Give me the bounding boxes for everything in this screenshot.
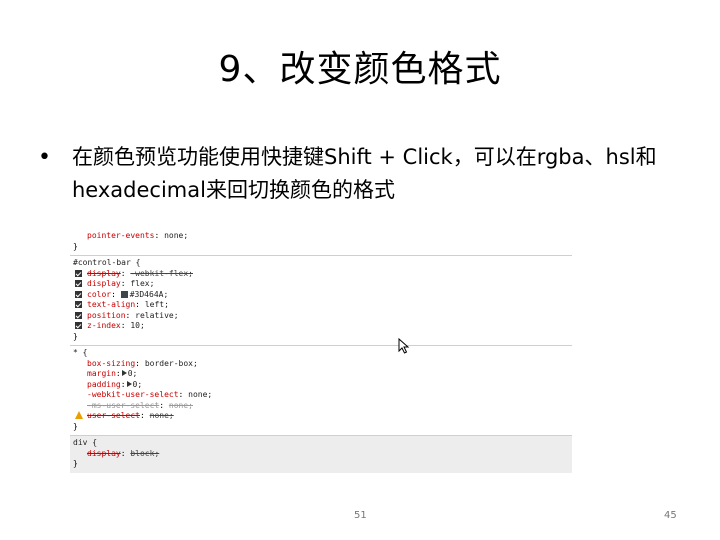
css-value: left; bbox=[144, 300, 169, 309]
css-property: pointer-events bbox=[87, 231, 155, 240]
css-declaration[interactable]: display: flex; bbox=[73, 279, 572, 290]
css-selector[interactable]: #control-bar { bbox=[73, 258, 572, 269]
checkbox-checked-icon[interactable] bbox=[75, 311, 82, 319]
css-declaration[interactable]: display: -webkit-flex; bbox=[73, 269, 572, 280]
css-property: display bbox=[87, 268, 121, 278]
checkbox-checked-icon[interactable] bbox=[75, 322, 82, 329]
css-value: 0; bbox=[132, 379, 143, 389]
bullet-text: 在颜色预览功能使用快捷键Shift + Click，可以在rgba、hsl和he… bbox=[72, 145, 657, 202]
devtools-styles-panel: pointer-events: none; } #control-bar { d… bbox=[70, 229, 572, 484]
css-property: display bbox=[87, 279, 121, 288]
css-value: 10; bbox=[130, 321, 145, 330]
css-property: -webkit-user-select bbox=[87, 390, 179, 399]
css-rule-close: } bbox=[73, 241, 78, 251]
css-rule-close: } bbox=[73, 459, 78, 468]
css-rule-close: } bbox=[73, 421, 78, 431]
bullet-item: • 在颜色预览功能使用快捷键Shift + Click，可以在rgba、hsl和… bbox=[38, 141, 678, 207]
slide-title: 9、改变颜色格式 bbox=[218, 49, 502, 90]
css-declaration[interactable]: color: #3D464A; bbox=[73, 290, 572, 301]
color-swatch[interactable] bbox=[120, 290, 128, 298]
css-rule-control-bar: #control-bar { display: -webkit-flex; di… bbox=[70, 256, 572, 346]
css-rule-universal: * { box-sizing: border-box; margin: 0; pa… bbox=[70, 346, 572, 436]
css-value: none; bbox=[188, 390, 213, 399]
css-value: flex; bbox=[130, 279, 155, 288]
css-declaration[interactable]: position: relative; bbox=[73, 311, 572, 322]
css-value: -webkit-flex; bbox=[130, 268, 193, 278]
expand-triangle-icon[interactable] bbox=[126, 380, 132, 387]
css-property: -ms-user-select bbox=[87, 400, 160, 410]
css-value: none; bbox=[149, 411, 174, 420]
bullet-dot-icon: • bbox=[38, 145, 51, 170]
css-declaration[interactable]: -ms-user-select: none; bbox=[73, 401, 572, 412]
css-declaration[interactable]: z-index: 10; bbox=[73, 321, 572, 332]
css-declaration[interactable]: margin: 0; bbox=[73, 369, 572, 380]
css-property: z-index bbox=[87, 321, 121, 330]
css-property: margin bbox=[87, 369, 116, 378]
css-value: none; bbox=[164, 231, 189, 240]
checkbox-checked-icon[interactable] bbox=[75, 301, 82, 308]
css-value: border-box; bbox=[144, 358, 198, 368]
expand-triangle-icon[interactable] bbox=[121, 370, 127, 376]
css-declaration[interactable]: -webkit-user-select: none; bbox=[73, 390, 572, 401]
css-rule-close: } bbox=[73, 331, 78, 341]
warning-triangle-icon bbox=[75, 411, 83, 419]
css-value: none; bbox=[168, 400, 193, 410]
css-declaration[interactable]: user-select: none; bbox=[73, 411, 572, 422]
css-declaration[interactable]: box-sizing: border-box; bbox=[73, 359, 572, 370]
checkbox-checked-icon[interactable] bbox=[75, 290, 82, 298]
css-property: padding bbox=[87, 379, 121, 389]
css-property: box-sizing bbox=[87, 358, 136, 368]
css-value: 0; bbox=[127, 369, 138, 378]
css-value: block; bbox=[130, 448, 160, 458]
css-value: relative; bbox=[135, 310, 179, 320]
css-declaration[interactable]: display: block; bbox=[73, 449, 572, 460]
footer-slide-number: 51 bbox=[354, 510, 367, 521]
css-rule-div-useragent: div { display: block; } bbox=[70, 436, 572, 473]
css-declaration[interactable]: text-align: left; bbox=[73, 300, 572, 311]
css-selector[interactable]: * { bbox=[73, 348, 572, 359]
css-declaration[interactable]: padding: 0; bbox=[73, 380, 572, 391]
checkbox-checked-icon[interactable] bbox=[75, 280, 82, 287]
css-property: color bbox=[87, 289, 112, 299]
css-property: text-align bbox=[87, 300, 136, 309]
css-property: user-select bbox=[87, 411, 140, 420]
css-declaration[interactable]: pointer-events: none; bbox=[73, 231, 572, 242]
page-number: 45 bbox=[664, 510, 677, 521]
css-property: display bbox=[87, 448, 121, 458]
css-value: #3D464A; bbox=[129, 289, 169, 299]
css-rule-pointer-events: pointer-events: none; } bbox=[70, 229, 572, 256]
css-selector[interactable]: div { bbox=[73, 438, 572, 449]
css-property: position bbox=[87, 310, 126, 320]
mouse-pointer-icon bbox=[398, 338, 410, 354]
checkbox-checked-icon[interactable] bbox=[75, 269, 82, 277]
